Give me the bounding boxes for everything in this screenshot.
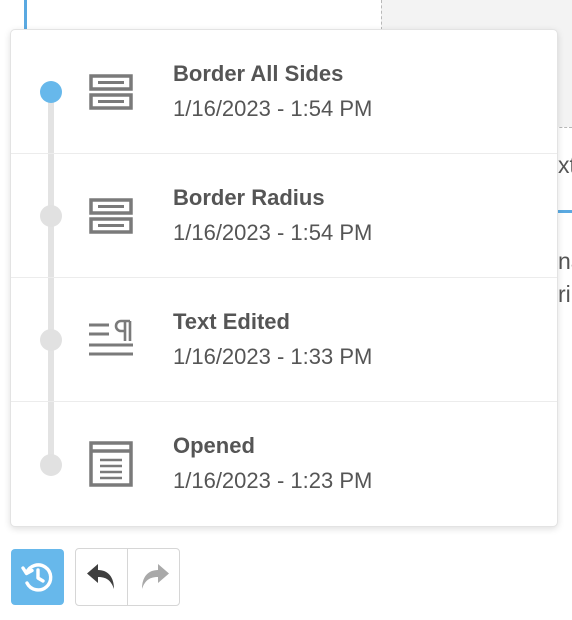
background-text: na	[558, 248, 572, 274]
history-item-title: Border Radius	[173, 185, 325, 210]
history-item-title: Border All Sides	[173, 61, 344, 86]
editor-stage: xt na ri Border All Sides 1/16/2023 - 1:…	[0, 0, 572, 620]
history-item-text-edited[interactable]: Text Edited 1/16/2023 - 1:33 PM	[11, 278, 557, 402]
redo-icon	[142, 564, 169, 589]
history-icon	[21, 563, 53, 592]
redo-button[interactable]	[128, 549, 179, 605]
background-text: xt	[558, 152, 572, 178]
border-block-icon	[87, 192, 135, 240]
background-text: ri	[558, 281, 571, 307]
history-item-timestamp: 1/16/2023 - 1:54 PM	[173, 96, 373, 121]
history-item-title: Text Edited	[173, 309, 290, 334]
selection-outline	[24, 0, 27, 30]
tab-underline	[557, 210, 572, 213]
undo-button[interactable]	[76, 549, 128, 605]
history-item-border-radius[interactable]: Border Radius 1/16/2023 - 1:54 PM	[11, 154, 557, 278]
history-item-opened[interactable]: Opened 1/16/2023 - 1:23 PM	[11, 402, 557, 526]
timeline-dot	[40, 205, 62, 227]
timeline-dot	[40, 329, 62, 351]
dashed-guide	[381, 0, 382, 30]
history-item-timestamp: 1/16/2023 - 1:54 PM	[173, 220, 373, 245]
undo-icon	[87, 564, 114, 589]
undo-redo-group	[75, 548, 180, 606]
border-block-icon	[87, 68, 135, 116]
history-item-timestamp: 1/16/2023 - 1:23 PM	[173, 468, 373, 493]
history-popup: Border All Sides 1/16/2023 - 1:54 PM Bor…	[10, 29, 558, 527]
paragraph-icon	[87, 316, 135, 364]
history-item-title: Opened	[173, 433, 255, 458]
history-button[interactable]	[11, 549, 64, 605]
timeline-dot-active	[40, 81, 62, 103]
history-item-border-all-sides[interactable]: Border All Sides 1/16/2023 - 1:54 PM	[11, 30, 557, 154]
timeline-dot	[40, 454, 62, 476]
document-icon	[87, 440, 135, 488]
history-item-timestamp: 1/16/2023 - 1:33 PM	[173, 344, 373, 369]
